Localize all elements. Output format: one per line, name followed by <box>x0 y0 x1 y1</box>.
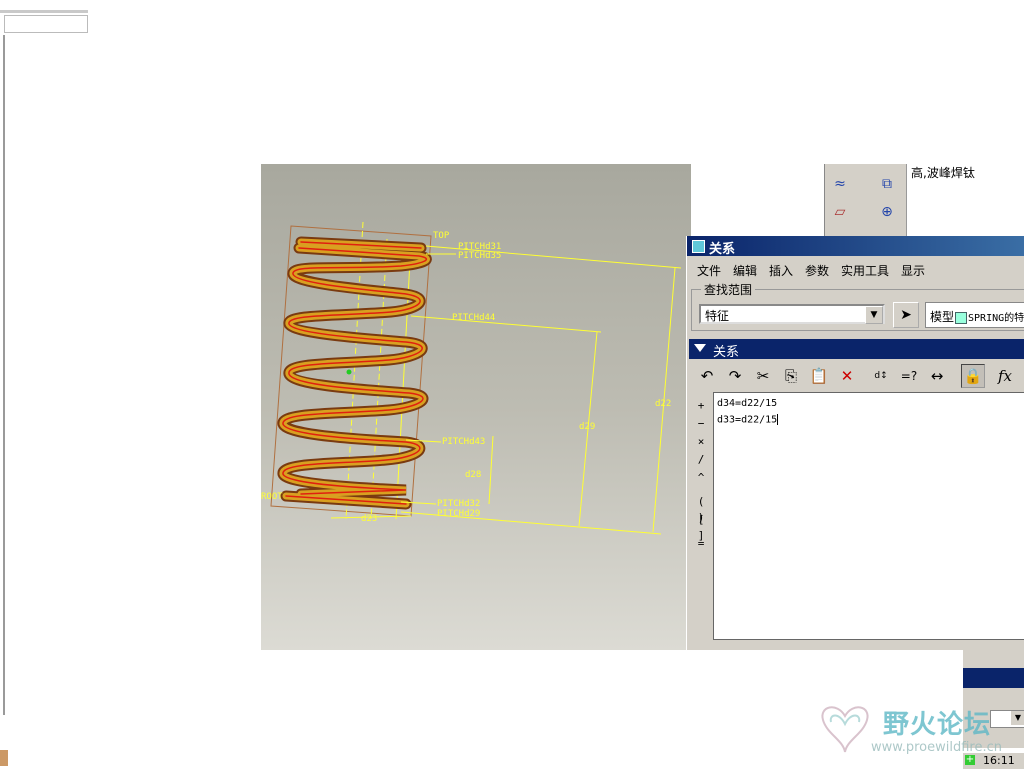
model-field[interactable]: 模型 SPRING的特 <box>925 302 1024 328</box>
forum-watermark: 野火论坛 www.proewildfire.cn <box>815 700 1015 760</box>
cursor-arrow-icon: ➤ <box>900 307 912 323</box>
window-fragment <box>0 10 88 35</box>
copy-icon[interactable]: ⎘ <box>779 364 803 388</box>
menu-utilities[interactable]: 实用工具 <box>841 262 889 279</box>
model-name: SPRING的特 <box>968 313 1024 324</box>
dialog-title: 关系 <box>709 242 736 257</box>
relations-section-header[interactable]: 关系 <box>689 339 1024 360</box>
label-pitch-d35: PITCHd35 <box>458 251 501 261</box>
parentheses-operator[interactable]: ( ) <box>693 494 709 524</box>
chevron-down-icon[interactable]: ▼ <box>865 306 883 324</box>
curve-icon[interactable]: ≈ <box>829 174 851 194</box>
panel-text: 高,波峰焊钛 <box>911 166 975 180</box>
undo-icon[interactable]: ↶ <box>695 364 719 388</box>
lock-icon[interactable]: 🔒 <box>961 364 985 388</box>
select-pointer-button[interactable]: ➤ <box>893 302 919 328</box>
function-icon[interactable]: fx <box>993 364 1017 388</box>
menu-insert[interactable]: 插入 <box>769 262 793 279</box>
label-top: TOP <box>433 231 450 241</box>
label-pitch-d43: PITCHd43 <box>442 437 485 447</box>
menu-bar: 文件 编辑 插入 参数 实用工具 显示 <box>687 258 1024 280</box>
label-pitch-d44: PITCHd44 <box>452 313 495 323</box>
clock[interactable]: 16:11 <box>983 754 1015 767</box>
label-d29: d29 <box>579 422 595 432</box>
dialog-titlebar[interactable]: 关系 <box>687 236 1024 257</box>
label-d22: d22 <box>655 399 671 409</box>
verify-icon[interactable]: =? <box>897 364 921 388</box>
paste-icon[interactable]: 📋 <box>807 364 831 388</box>
network-icon[interactable]: + <box>965 755 975 765</box>
feature-toolbar: ≈ ▱ <box>824 164 873 239</box>
menu-edit[interactable]: 编辑 <box>733 262 757 279</box>
dimension-icon[interactable]: ↔ <box>925 364 949 388</box>
delete-icon[interactable]: ✕ <box>835 364 859 388</box>
menu-file[interactable]: 文件 <box>697 262 721 279</box>
collapse-icon[interactable] <box>694 344 706 352</box>
model-viewport[interactable]: TOP ROOT PITCHd31 PITCHd35 PITCHd44 PITC… <box>261 164 691 650</box>
left-divider <box>3 15 5 715</box>
plus-operator[interactable]: + <box>693 398 709 414</box>
window-titlebar-fragment <box>963 668 1024 688</box>
logo-icon <box>821 706 869 753</box>
menu-display[interactable]: 显示 <box>901 262 925 279</box>
label-root: ROOT <box>261 492 283 502</box>
evaluate-icon[interactable]: d↕ <box>869 364 893 388</box>
relations-toolbar: ↶ ↷ ✂ ⎘ 📋 ✕ d↕ =? ↔ 🔒 fx <box>691 360 1024 390</box>
text-caret <box>777 414 779 425</box>
search-type-select[interactable]: 特征 ▼ <box>699 304 885 324</box>
system-tray: + 16:11 <box>963 752 1024 769</box>
taskbar-icon[interactable] <box>0 750 8 766</box>
rotate-icon[interactable]: ⊕ <box>876 202 898 222</box>
brackets-operator[interactable]: [ ] <box>693 512 709 542</box>
window-icon <box>692 240 705 253</box>
divide-operator[interactable]: / <box>693 452 709 468</box>
relation-line: d34=d22/15 <box>717 398 778 409</box>
plane-icon[interactable]: ▱ <box>829 202 851 222</box>
search-scope-label: 查找范围 <box>701 281 756 298</box>
search-type-value: 特征 <box>705 309 730 323</box>
menu-parameters[interactable]: 参数 <box>805 262 829 279</box>
relations-editor[interactable]: d34=d22/15 d33=d22/15 <box>713 392 1024 640</box>
equals-operator[interactable]: = <box>693 536 709 552</box>
copy-icon[interactable]: ⧉ <box>876 174 898 194</box>
relations-dialog: 关系 文件 编辑 插入 参数 实用工具 显示 查找范围 特征 ▼ ➤ 模型 SPR… <box>686 236 1024 650</box>
label-pitch-d32: PITCHd32 <box>437 499 480 509</box>
model-label: 模型 <box>930 310 955 324</box>
text-panel: 高,波峰焊钛 <box>906 164 1024 239</box>
cut-icon[interactable]: ✂ <box>751 364 775 388</box>
part-icon <box>955 311 968 324</box>
label-pitch-d29: PITCHd29 <box>437 509 480 519</box>
redo-icon[interactable]: ↷ <box>723 364 747 388</box>
label-d28: d28 <box>465 470 481 480</box>
feature-toolbar-2: ⧉ ⊕ <box>872 164 906 239</box>
minus-operator[interactable]: − <box>693 416 709 432</box>
relation-line: d33=d22/15 <box>717 414 779 426</box>
watermark-title: 野火论坛 <box>883 710 992 740</box>
multiply-operator[interactable]: × <box>693 434 709 450</box>
label-d23: d23 <box>361 514 377 524</box>
section-title: 关系 <box>713 345 740 360</box>
power-operator[interactable]: ^ <box>693 470 709 486</box>
window-fragment-gray <box>963 650 1024 668</box>
spring-model: TOP ROOT PITCHd31 PITCHd35 PITCHd44 PITC… <box>261 221 682 535</box>
